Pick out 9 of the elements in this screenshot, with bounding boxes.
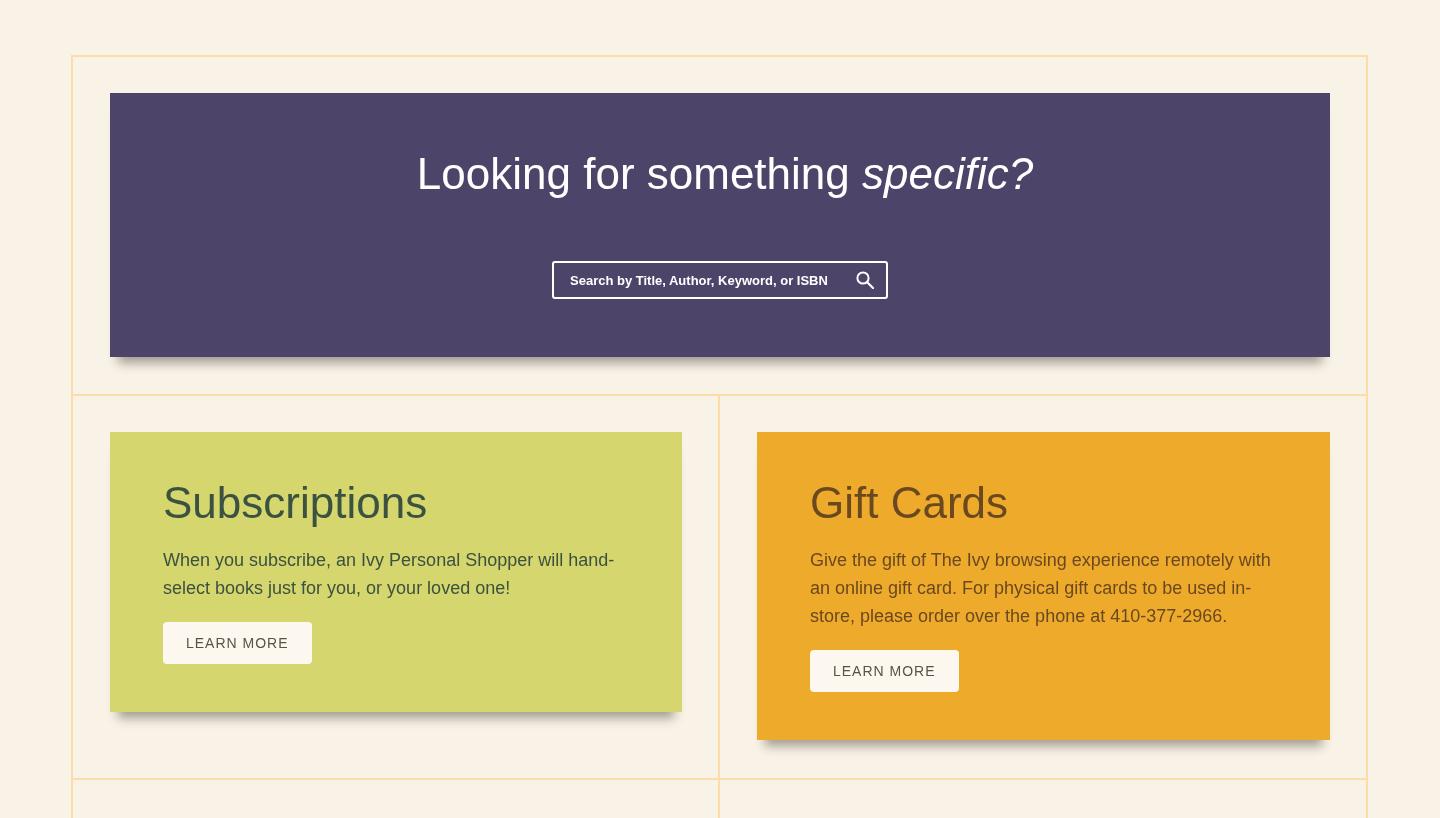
card-text: When you subscribe, an Ivy Personal Shopper will hand-select books just for you, or your loved one! bbox=[163, 549, 616, 600]
search-field[interactable]: Search by Title, Author, Keyword, or ISBN bbox=[552, 261, 888, 299]
search-icon[interactable] bbox=[856, 271, 874, 289]
card-text: Give the gift of The Ivy browsing experience remotely with an online gift card. For physical gift cards to be used in-store, please order over the phone at 410-377-2966. bbox=[810, 549, 1272, 628]
learn-more-button[interactable]: LEARN MORE bbox=[810, 650, 959, 692]
card-title: Gift Cards bbox=[810, 477, 1010, 529]
learn-more-button[interactable]: LEARN MORE bbox=[163, 622, 312, 664]
banner-heading: Looking for something specific? bbox=[415, 148, 1034, 200]
card-title: Subscriptions bbox=[163, 477, 429, 529]
